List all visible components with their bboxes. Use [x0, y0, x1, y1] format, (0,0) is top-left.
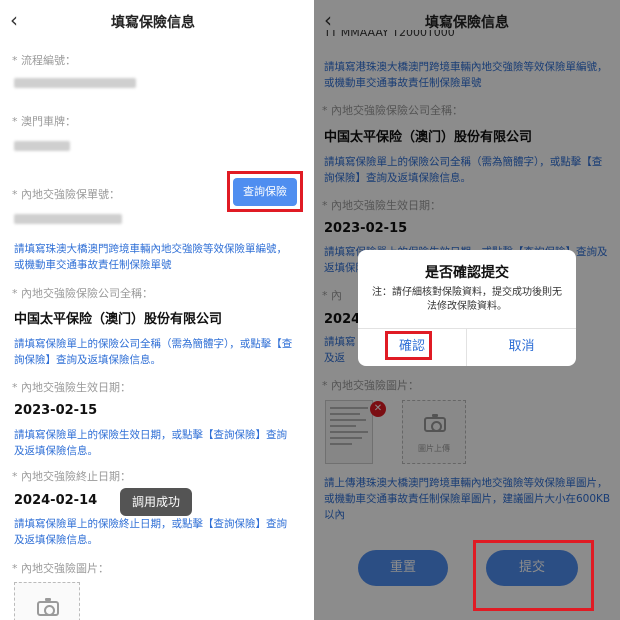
- company-label: * 內地交強險保險公司全稱：: [12, 287, 153, 300]
- cancel-button[interactable]: 取消: [467, 328, 576, 366]
- expiry-date-label: * 內地交強險終止日期：: [12, 470, 131, 483]
- expiry-date-hint: 請填寫保險單上的保險終止日期，或點擊【查詢保險】查詢及返填保險信息。: [14, 518, 287, 546]
- effective-date-label: * 內地交強險生效日期：: [12, 381, 131, 394]
- policy-number-label: * 內地交強險保單號：: [12, 188, 120, 201]
- dialog-title: 是否確認提交: [425, 265, 509, 281]
- image-label: * 內地交強險圖片：: [12, 562, 109, 575]
- policy-number-value-redacted: [14, 214, 122, 224]
- flow-number-value-redacted: [14, 78, 136, 88]
- effective-date-hint: 請填寫保險單上的保險生效日期，或點擊【查詢保險】查詢及返填保險信息。: [14, 429, 287, 457]
- effective-date-value[interactable]: 2023-02-15: [14, 403, 97, 418]
- highlight-box: [385, 331, 432, 360]
- dialog-message: 注：請仔細核對保險資料，提交成功後則无法修改保險資料。: [372, 287, 562, 312]
- left-screen: ‹ 填寫保險信息 * 流程編號： * 澳門車牌： * 內地交強險保單號： 查詢保…: [0, 0, 306, 620]
- page-title: 填寫保險信息: [111, 15, 195, 31]
- nav-bar: ‹ 填寫保險信息: [0, 0, 306, 44]
- macau-plate-value-redacted: [14, 141, 70, 151]
- macau-plate-label: * 澳門車牌：: [12, 115, 76, 128]
- flow-number-label: * 流程編號：: [12, 54, 76, 67]
- policy-number-hint: 請填寫珠澳大橋澳門跨境車輛內地交強險等效保險單編號，或機動車交通事故責任制保險單…: [14, 243, 287, 271]
- camera-icon: [37, 598, 59, 616]
- expiry-date-value[interactable]: 2024-02-14: [14, 493, 97, 508]
- image-upload-box[interactable]: [14, 582, 80, 620]
- right-screen: ‹ 填寫保險信息 TT MMAAAY T2000T000 請填寫港珠澳大橋澳門跨…: [314, 0, 620, 620]
- company-value[interactable]: 中国太平保险（澳门）股份有限公司: [14, 308, 222, 327]
- highlight-box: [227, 171, 303, 212]
- success-toast: 調用成功: [120, 488, 192, 516]
- highlight-box: [473, 540, 594, 611]
- company-hint: 請填寫保險單上的保險公司全稱（需為簡體字），或點擊【查詢保險】查詢及返填保險信息…: [14, 338, 293, 366]
